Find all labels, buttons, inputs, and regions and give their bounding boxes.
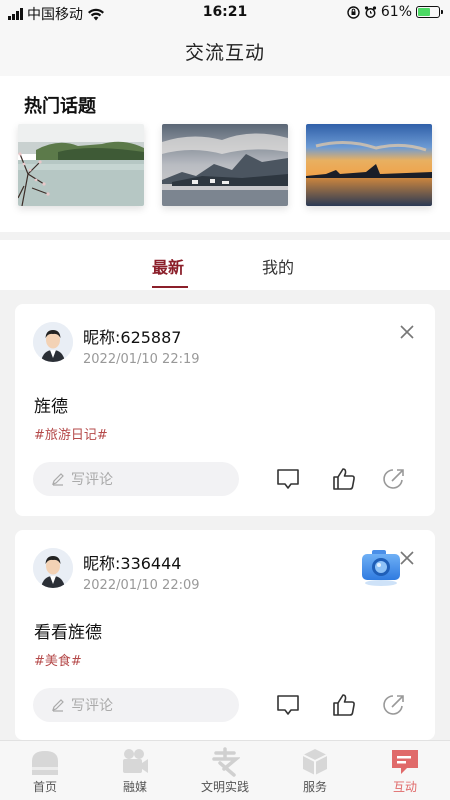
status-bar: 中国移动 16:21 61%: [0, 0, 450, 26]
message-icon: [390, 747, 420, 777]
video-camera-icon: [120, 747, 150, 777]
comment-placeholder: 写评论: [71, 472, 113, 488]
tabbar-label: 融媒: [122, 780, 147, 794]
post-time: 2022/01/10 22:19: [83, 352, 200, 367]
bottom-tabbar: 首页 融媒 文明实践 服务 互动: [0, 740, 450, 800]
battery-percent: 61%: [380, 4, 412, 20]
tabbar-item-service[interactable]: 服务: [270, 741, 360, 800]
rotation-lock-icon: [347, 5, 360, 19]
hot-topics-title: 热门话题: [24, 96, 96, 117]
share-icon[interactable]: [381, 466, 407, 492]
camera-icon[interactable]: [360, 548, 402, 586]
comment-icon[interactable]: [275, 466, 301, 492]
post-time: 2022/01/10 22:09: [83, 578, 200, 593]
lake-blossom-image[interactable]: [18, 124, 144, 206]
post-nickname: 昵称:336444: [83, 554, 182, 573]
tabbar-label: 服务: [302, 780, 327, 794]
tabbar-item-interact[interactable]: 互动: [360, 741, 450, 800]
home-icon: [30, 747, 60, 777]
comment-icon[interactable]: [275, 692, 301, 718]
pencil-icon: [52, 473, 64, 486]
status-right: 61%: [347, 4, 443, 20]
avatar[interactable]: [33, 548, 73, 588]
sunset-lake-image[interactable]: [306, 124, 432, 206]
tabbar-item-civilization[interactable]: 文明实践: [180, 741, 270, 800]
post-nickname: 昵称:625887: [83, 328, 182, 347]
like-icon[interactable]: [331, 466, 357, 492]
pencil-icon: [52, 699, 64, 712]
alarm-icon: [364, 5, 376, 18]
tab-latest[interactable]: 最新: [152, 254, 184, 278]
nav-bar: 交流互动: [0, 26, 450, 76]
hot-topics-section: 热门话题: [0, 76, 450, 232]
post-content: 看看旌德: [34, 623, 102, 643]
tabbar-item-home[interactable]: 首页: [0, 741, 90, 800]
comment-placeholder: 写评论: [71, 698, 113, 714]
close-icon[interactable]: [399, 324, 415, 340]
tabbar-item-media[interactable]: 融媒: [90, 741, 180, 800]
civilization-icon: [210, 747, 240, 777]
post-tabs: 最新 我的: [0, 240, 450, 290]
comment-input[interactable]: 写评论: [33, 688, 239, 722]
tabbar-label: 文明实践: [200, 780, 249, 794]
battery-icon: [416, 6, 443, 18]
post-content: 旌德: [34, 397, 68, 417]
comment-input[interactable]: 写评论: [33, 462, 239, 496]
post-card: 昵称:625887 2022/01/10 22:19 旌德 #旅游日记# 写评论: [15, 304, 435, 516]
post-tag[interactable]: #美食#: [34, 650, 82, 669]
avatar[interactable]: [33, 322, 73, 362]
tabbar-label: 互动: [392, 780, 417, 794]
tabbar-label: 首页: [32, 780, 57, 794]
mountain-clouds-image[interactable]: [162, 124, 288, 206]
like-icon[interactable]: [331, 692, 357, 718]
tab-mine[interactable]: 我的: [262, 254, 294, 278]
share-icon[interactable]: [381, 692, 407, 718]
page-title: 交流互动: [184, 41, 265, 64]
cube-icon: [300, 747, 330, 777]
post-tag[interactable]: #旅游日记#: [34, 424, 108, 443]
active-tab-indicator: [152, 286, 188, 288]
